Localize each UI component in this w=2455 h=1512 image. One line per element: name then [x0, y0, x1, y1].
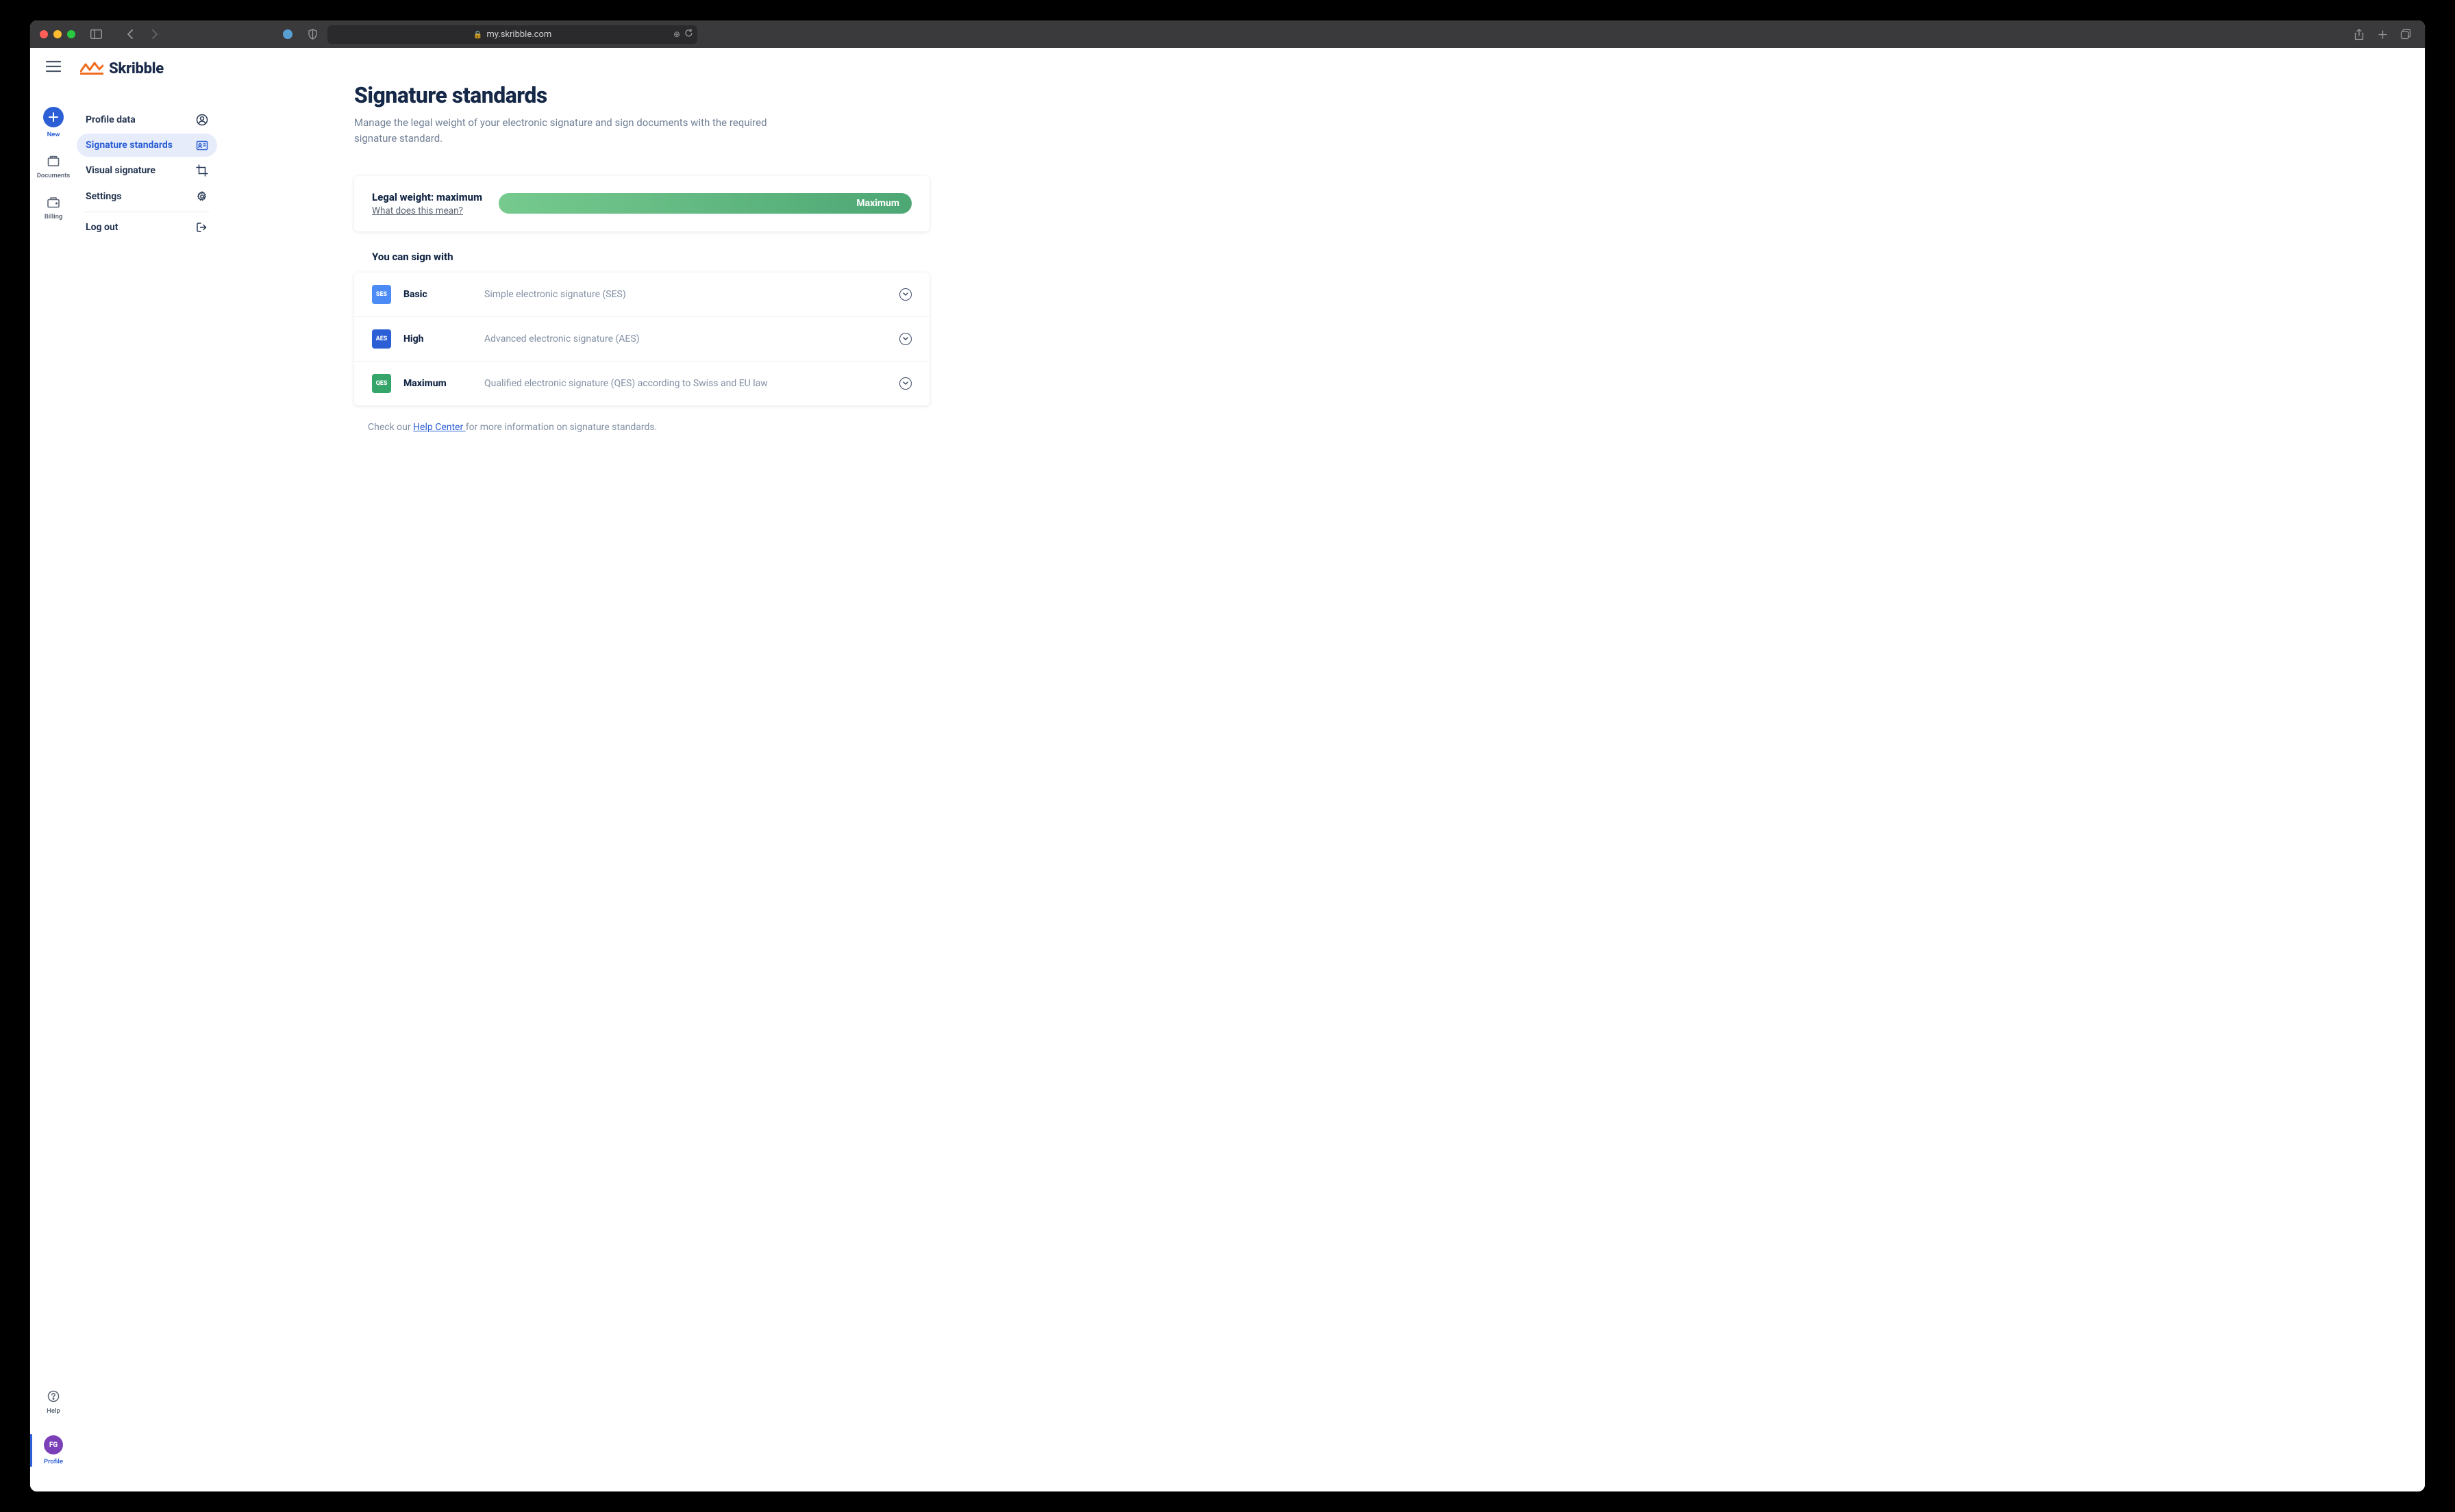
- help-note: Check our Help Center for more informati…: [368, 422, 930, 433]
- password-manager-icon[interactable]: [278, 25, 297, 44]
- signature-name: High: [403, 333, 472, 344]
- browser-window: 🔒 my.skribble.com ⊕: [30, 21, 2425, 1491]
- menu-toggle-button[interactable]: [46, 60, 61, 75]
- chevron-down-icon: [899, 333, 912, 345]
- gear-icon: [196, 190, 208, 203]
- logout-icon: [196, 221, 208, 234]
- signature-description: Simple electronic signature (SES): [484, 289, 887, 300]
- brand[interactable]: Skribble: [77, 60, 217, 77]
- page-title: Signature standards: [354, 82, 930, 108]
- new-tab-icon[interactable]: [2373, 25, 2392, 44]
- signature-name: Basic: [403, 289, 472, 300]
- signature-badge: SES: [372, 285, 391, 304]
- lock-icon: 🔒: [473, 30, 483, 39]
- menu-item-signature-standards[interactable]: Signature standards: [77, 134, 217, 157]
- user-icon: [196, 114, 208, 126]
- signature-badge: QES: [372, 374, 391, 393]
- maximize-window-button[interactable]: [67, 30, 75, 38]
- rail-label-documents: Documents: [37, 172, 71, 179]
- nav-rail: New Documents Billing Help: [30, 48, 77, 1491]
- brand-logo-icon: [80, 61, 103, 77]
- rail-label-help: Help: [47, 1407, 60, 1415]
- id-card-icon: [196, 140, 208, 151]
- window-controls: [40, 30, 75, 38]
- plus-icon: [43, 107, 64, 127]
- signature-description: Qualified electronic signature (QES) acc…: [484, 378, 887, 389]
- avatar: FG: [44, 1435, 63, 1454]
- sign-with-heading: You can sign with: [372, 251, 930, 263]
- address-bar[interactable]: 🔒 my.skribble.com ⊕: [327, 25, 697, 44]
- legal-weight-bar: Maximum: [499, 193, 912, 214]
- back-button[interactable]: [121, 25, 140, 44]
- reload-icon[interactable]: [684, 29, 693, 40]
- legal-weight-value: Maximum: [856, 198, 899, 209]
- browser-toolbar: 🔒 my.skribble.com ⊕: [30, 21, 2425, 48]
- rail-item-new[interactable]: New: [43, 107, 64, 138]
- brand-name: Skribble: [109, 60, 164, 77]
- rail-label-profile: Profile: [44, 1458, 63, 1465]
- app-root: New Documents Billing Help: [30, 48, 2425, 1491]
- signature-badge: AES: [372, 329, 391, 349]
- signature-row-aes[interactable]: AES High Advanced electronic signature (AE…: [354, 317, 930, 362]
- signature-row-ses[interactable]: SES Basic Simple electronic signature (SES…: [354, 273, 930, 317]
- rail-item-profile[interactable]: FG Profile: [30, 1430, 77, 1471]
- menu-label: Settings: [86, 191, 121, 202]
- legal-weight-label: Legal weight: maximum: [372, 191, 482, 203]
- chevron-down-icon: [899, 288, 912, 301]
- billing-icon: [46, 194, 61, 210]
- translate-icon[interactable]: ⊕: [673, 29, 680, 39]
- avatar-initials: FG: [49, 1441, 58, 1449]
- legal-weight-card: Legal weight: maximum What does this mea…: [354, 176, 930, 231]
- help-note-prefix: Check our: [368, 422, 413, 433]
- sidebar-toggle-icon[interactable]: [86, 25, 105, 44]
- menu-label: Profile data: [86, 114, 136, 125]
- help-center-link[interactable]: Help Center: [413, 422, 466, 433]
- minimize-window-button[interactable]: [53, 30, 62, 38]
- share-icon[interactable]: [2350, 25, 2369, 44]
- menu-item-profile-data[interactable]: Profile data: [77, 108, 217, 132]
- legal-weight-help-link[interactable]: What does this mean?: [372, 205, 463, 216]
- documents-icon: [46, 153, 61, 168]
- tabs-overview-icon[interactable]: [2396, 25, 2415, 44]
- menu-label: Signature standards: [86, 140, 173, 151]
- page-subtitle: Manage the legal weight of your electron…: [354, 115, 772, 147]
- menu-label: Log out: [86, 222, 118, 233]
- menu-item-settings[interactable]: Settings: [77, 184, 217, 209]
- menu-label: Visual signature: [86, 165, 155, 176]
- forward-button[interactable]: [145, 25, 164, 44]
- close-window-button[interactable]: [40, 30, 48, 38]
- signature-row-qes[interactable]: QES Maximum Qualified electronic signature…: [354, 362, 930, 405]
- crop-icon: [196, 164, 208, 177]
- privacy-shield-icon[interactable]: [303, 25, 322, 44]
- help-note-suffix: for more information on signature standa…: [466, 422, 658, 433]
- rail-item-billing[interactable]: Billing: [45, 194, 63, 220]
- menu-item-visual-signature[interactable]: Visual signature: [77, 158, 217, 183]
- help-icon: [46, 1389, 61, 1404]
- rail-label-new: New: [47, 131, 60, 138]
- rail-item-documents[interactable]: Documents: [37, 153, 71, 179]
- signature-name: Maximum: [403, 378, 472, 389]
- signature-list: SES Basic Simple electronic signature (SES…: [354, 273, 930, 405]
- chevron-down-icon: [899, 377, 912, 390]
- rail-item-help[interactable]: Help: [46, 1389, 61, 1415]
- rail-label-billing: Billing: [45, 213, 63, 220]
- main-content: Signature standards Manage the legal wei…: [217, 48, 971, 1491]
- url-text: my.skribble.com: [486, 29, 551, 40]
- side-menu: Skribble Profile data Signature standard…: [77, 48, 217, 1491]
- menu-item-logout[interactable]: Log out: [77, 215, 217, 240]
- signature-description: Advanced electronic signature (AES): [484, 333, 887, 344]
